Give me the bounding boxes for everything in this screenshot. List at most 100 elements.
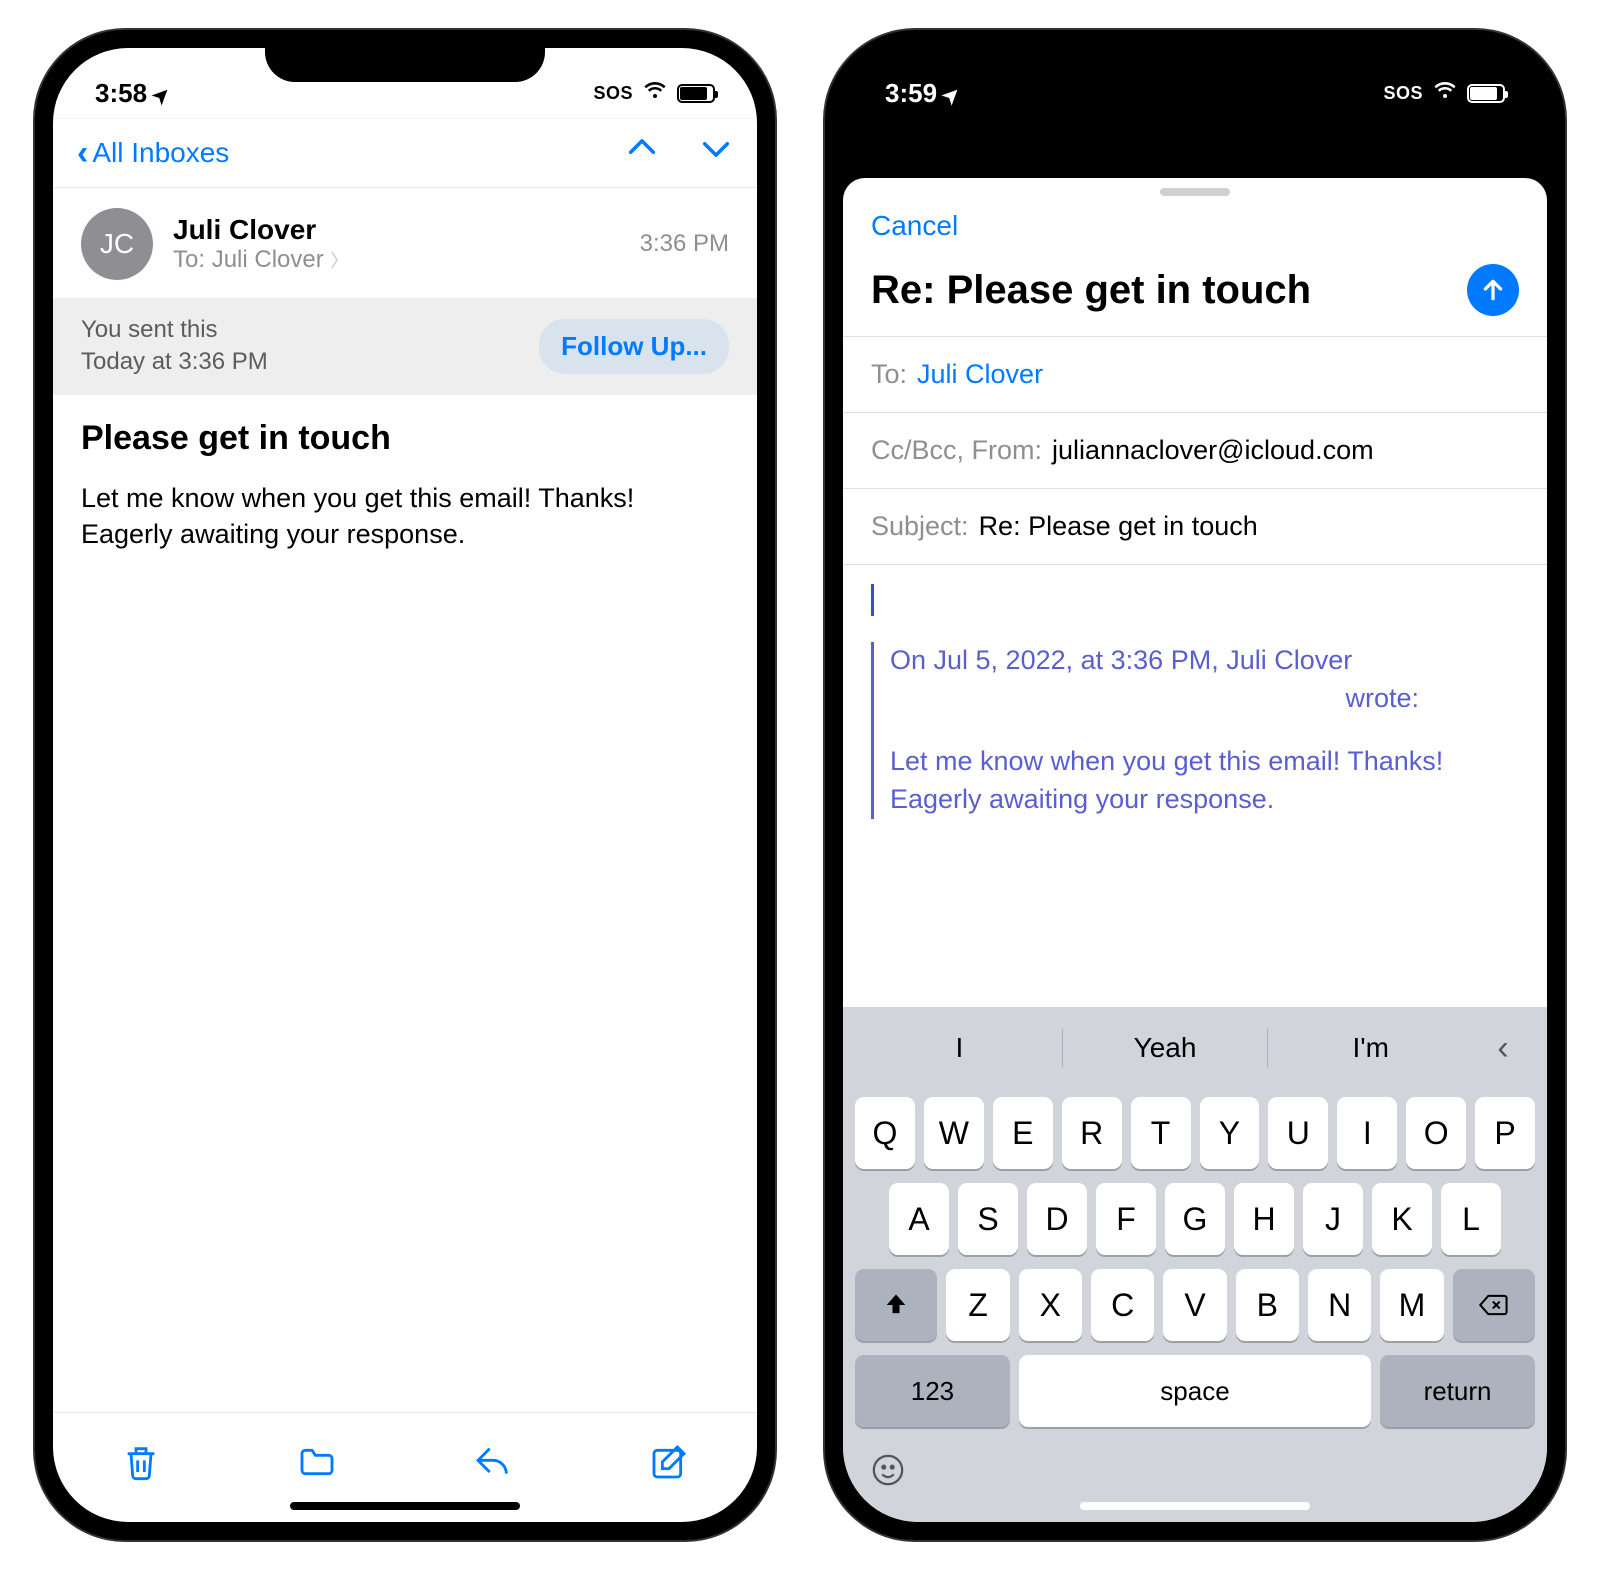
wifi-icon xyxy=(1433,80,1457,106)
recipient-line[interactable]: To: Juli Clover 〉 xyxy=(173,246,620,274)
compose-button[interactable] xyxy=(649,1442,689,1493)
key-row-3: Z X C V B N M xyxy=(849,1269,1541,1341)
key-y[interactable]: Y xyxy=(1200,1097,1260,1169)
emoji-key[interactable] xyxy=(871,1457,905,1495)
key-h[interactable]: H xyxy=(1234,1183,1294,1255)
sender-name: Juli Clover xyxy=(173,214,620,246)
key-j[interactable]: J xyxy=(1303,1183,1363,1255)
from-address: juliannaclover@icloud.com xyxy=(1052,435,1374,466)
key-t[interactable]: T xyxy=(1131,1097,1191,1169)
status-time: 3:58 xyxy=(95,78,147,109)
quoted-message: On Jul 5, 2022, at 3:36 PM, Juli Clover … xyxy=(871,642,1519,819)
status-sos: SOS xyxy=(1383,83,1423,104)
status-sos: SOS xyxy=(593,83,633,104)
key-d[interactable]: D xyxy=(1027,1183,1087,1255)
phone-compose-view: 3:59 SOS Cancel Re: Please get in touch xyxy=(825,30,1565,1540)
key-row-4: 123 space return xyxy=(849,1355,1541,1427)
subject-field[interactable]: Subject: Re: Please get in touch xyxy=(843,488,1547,564)
home-indicator[interactable] xyxy=(1080,1502,1310,1510)
backspace-key[interactable] xyxy=(1453,1269,1535,1341)
sheet-grabber[interactable] xyxy=(1160,188,1230,196)
follow-up-button[interactable]: Follow Up... xyxy=(539,319,729,374)
key-o[interactable]: O xyxy=(1406,1097,1466,1169)
compose-sheet: Cancel Re: Please get in touch To: Juli … xyxy=(843,178,1547,1522)
key-b[interactable]: B xyxy=(1236,1269,1299,1341)
key-f[interactable]: F xyxy=(1096,1183,1156,1255)
message-time: 3:36 PM xyxy=(640,230,729,258)
sender-row[interactable]: JC Juli Clover To: Juli Clover 〉 3:36 PM xyxy=(53,188,757,298)
suggestion-3[interactable]: I'm xyxy=(1268,1032,1473,1064)
banner-line2: Today at 3:36 PM xyxy=(81,346,268,378)
next-message-button[interactable] xyxy=(699,131,733,175)
key-g[interactable]: G xyxy=(1165,1183,1225,1255)
key-s[interactable]: S xyxy=(958,1183,1018,1255)
mail-nav-bar: ‹ All Inboxes xyxy=(53,118,757,188)
battery-icon xyxy=(677,84,715,103)
suggestion-2[interactable]: Yeah xyxy=(1063,1032,1268,1064)
home-indicator[interactable] xyxy=(290,1502,520,1510)
key-c[interactable]: C xyxy=(1091,1269,1154,1341)
key-r[interactable]: R xyxy=(1062,1097,1122,1169)
phone-notch xyxy=(1055,30,1335,82)
back-button[interactable]: ‹ All Inboxes xyxy=(77,134,229,173)
chevron-right-icon: 〉 xyxy=(330,251,348,271)
subject-label: Subject: xyxy=(871,511,969,542)
return-key[interactable]: return xyxy=(1380,1355,1535,1427)
key-w[interactable]: W xyxy=(924,1097,984,1169)
wifi-icon xyxy=(643,80,667,106)
shift-key[interactable] xyxy=(855,1269,937,1341)
message-subject: Please get in touch xyxy=(53,395,757,468)
chevron-left-icon: ‹ xyxy=(77,134,88,173)
key-u[interactable]: U xyxy=(1268,1097,1328,1169)
send-button[interactable] xyxy=(1467,264,1519,316)
followup-banner: You sent this Today at 3:36 PM Follow Up… xyxy=(53,298,757,395)
key-k[interactable]: K xyxy=(1372,1183,1432,1255)
cancel-button[interactable]: Cancel xyxy=(871,210,958,242)
suggestion-1[interactable]: I xyxy=(857,1032,1062,1064)
quote-header: On Jul 5, 2022, at 3:36 PM, Juli Clover xyxy=(890,645,1352,675)
prev-message-button[interactable] xyxy=(625,131,659,175)
battery-icon xyxy=(1467,84,1505,103)
key-z[interactable]: Z xyxy=(946,1269,1009,1341)
quote-wrote: wrote: xyxy=(1345,680,1419,718)
numbers-key[interactable]: 123 xyxy=(855,1355,1010,1427)
reply-button[interactable] xyxy=(473,1442,513,1493)
key-x[interactable]: X xyxy=(1019,1269,1082,1341)
ccbcc-from-field[interactable]: Cc/Bcc, From: juliannaclover@icloud.com xyxy=(843,412,1547,488)
phone-notch xyxy=(265,30,545,82)
key-p[interactable]: P xyxy=(1475,1097,1535,1169)
key-row-1: Q W E R T Y U I O P xyxy=(849,1097,1541,1169)
move-button[interactable] xyxy=(297,1442,337,1493)
back-label: All Inboxes xyxy=(92,137,229,169)
compose-title: Re: Please get in touch xyxy=(871,268,1453,312)
text-cursor xyxy=(871,584,874,616)
key-a[interactable]: A xyxy=(889,1183,949,1255)
trash-button[interactable] xyxy=(121,1442,161,1493)
banner-line1: You sent this xyxy=(81,314,268,346)
key-e[interactable]: E xyxy=(993,1097,1053,1169)
key-n[interactable]: N xyxy=(1308,1269,1371,1341)
collapse-suggestions-icon[interactable]: ‹ xyxy=(1473,1029,1533,1068)
key-i[interactable]: I xyxy=(1337,1097,1397,1169)
to-label: To: xyxy=(871,359,907,390)
to-field[interactable]: To: Juli Clover xyxy=(843,336,1547,412)
to-label: To: xyxy=(173,246,205,273)
key-m[interactable]: M xyxy=(1380,1269,1443,1341)
key-l[interactable]: L xyxy=(1441,1183,1501,1255)
avatar: JC xyxy=(81,208,153,280)
suggestion-bar: I Yeah I'm ‹ xyxy=(849,1019,1541,1083)
status-time: 3:59 xyxy=(885,78,937,109)
quote-body: Let me know when you get this email! Tha… xyxy=(890,743,1519,819)
keyboard: I Yeah I'm ‹ Q W E R T Y U I O xyxy=(843,1007,1547,1522)
to-name: Juli Clover xyxy=(212,246,324,273)
compose-body[interactable]: On Jul 5, 2022, at 3:36 PM, Juli Clover … xyxy=(843,564,1547,1007)
message-body: Let me know when you get this email! Tha… xyxy=(53,468,757,565)
key-v[interactable]: V xyxy=(1163,1269,1226,1341)
space-key[interactable]: space xyxy=(1019,1355,1371,1427)
location-icon xyxy=(943,78,960,109)
recipient-chip[interactable]: Juli Clover xyxy=(917,359,1043,390)
ccbcc-label: Cc/Bcc, From: xyxy=(871,435,1042,466)
key-row-2: A S D F G H J K L xyxy=(849,1183,1541,1255)
subject-value: Re: Please get in touch xyxy=(979,511,1258,542)
key-q[interactable]: Q xyxy=(855,1097,915,1169)
